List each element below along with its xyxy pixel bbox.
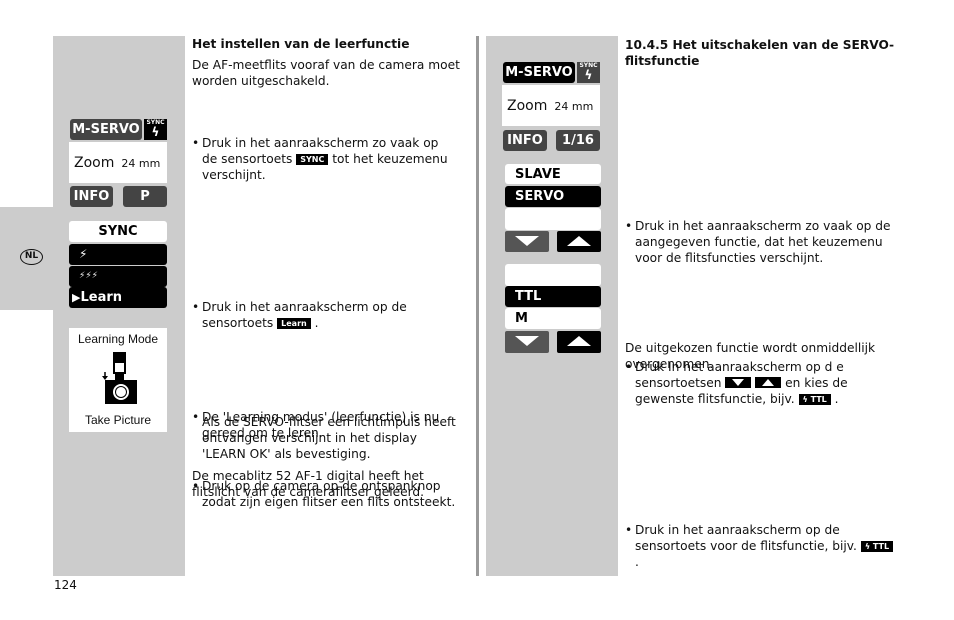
learn-label: Learn (80, 290, 123, 305)
zoom-value-right: 24 mm (554, 100, 594, 113)
learn-key: Learn (277, 318, 311, 329)
left-step-2: Druk in het aanraakscherm op de sensorto… (192, 299, 457, 331)
down-arrow-icon (515, 336, 539, 346)
left-heading: Het instellen van de leerfunctie (192, 37, 410, 51)
camera-flash-icon (102, 352, 137, 404)
up-arrow-icon (567, 336, 591, 346)
zoom-value: 24 mm (121, 157, 161, 170)
sync-button[interactable]: SYNC ϟ (144, 119, 167, 140)
page-number: 124 (54, 578, 77, 592)
mode-menu-item-servo[interactable]: SERVO (505, 186, 601, 207)
sync-menu-item-learn[interactable]: ▶Learn (69, 287, 167, 308)
right-step-1: Druk in het aanraakscherm zo vaak op de … (625, 218, 895, 266)
column-separator (476, 36, 479, 576)
info-button[interactable]: INFO (70, 186, 113, 207)
learning-mode-title: Learning Mode (77, 332, 159, 346)
sync-menu-title: SYNC (69, 221, 167, 242)
up-arrow-icon (567, 236, 591, 246)
info-button-right[interactable]: INFO (503, 130, 547, 151)
func-menu-item-empty (505, 264, 601, 286)
learning-mode-display: Learning Mode Take Picture (69, 328, 167, 432)
right-outro: De uitgekozen functie wordt onmiddellijk… (625, 341, 876, 371)
ttl-key-2: ϟ TTL (860, 541, 894, 552)
ttl-key: ϟ TTL (798, 394, 831, 405)
down-button[interactable] (505, 231, 549, 252)
func-menu-item-ttl[interactable]: TTL (505, 286, 601, 307)
right-heading: 10.4.5 Het uitschakelen van de SERVO-fli… (625, 37, 905, 69)
mode-menu-item-empty (505, 208, 601, 230)
zoom-readout-right: Zoom 24 mm (507, 98, 593, 114)
up-button-2[interactable] (557, 331, 601, 353)
down-arrow-icon (515, 236, 539, 246)
flash-icon: ϟ (151, 125, 160, 139)
zoom-label: Zoom (74, 155, 115, 171)
left-intro: De AF-meetflits vooraf van de camera moe… (192, 58, 460, 88)
mode-button[interactable]: M-SERVO (70, 119, 142, 140)
sync-key: SYNC (296, 154, 329, 165)
up-button[interactable] (557, 231, 601, 252)
take-picture-label: Take Picture (84, 413, 152, 427)
program-button[interactable]: P (123, 186, 167, 207)
up-key-icon (755, 377, 782, 388)
mode-button-right[interactable]: M-SERVO (503, 62, 575, 83)
language-badge: NL (20, 249, 43, 265)
sync-menu-item-normal[interactable]: ⚡ (69, 244, 167, 265)
left-step-4-note: Als de SERVO-flitser een lichtimpuls hee… (202, 415, 456, 461)
down-key-icon (725, 377, 752, 388)
func-menu-item-m[interactable]: M (505, 308, 601, 329)
left-outro: De mecablitz 52 AF-1 digital heeft het f… (192, 469, 425, 499)
mode-menu-item-slave[interactable]: SLAVE (505, 164, 601, 184)
zoom-label-right: Zoom (507, 98, 548, 114)
down-button-2[interactable] (505, 331, 549, 353)
zoom-readout: Zoom 24 mm (74, 155, 160, 171)
right-step3-text: Druk in het aanraakscherm op de sensorto… (635, 523, 857, 553)
flash-icon-right: ϟ (584, 68, 593, 82)
right-step-3: Druk in het aanraakscherm op de sensorto… (625, 522, 900, 570)
right-heading-number: 10.4.5 (625, 38, 669, 52)
left-step-1: Druk in het aanraakscherm zo vaak op de … (192, 135, 457, 183)
sync-button-right[interactable]: SYNC ϟ (577, 62, 600, 83)
step2-text-b: . (314, 316, 319, 330)
sync-menu-item-rear[interactable]: ⚡⚡⚡ (69, 266, 167, 287)
power-button[interactable]: 1/16 (556, 130, 600, 151)
